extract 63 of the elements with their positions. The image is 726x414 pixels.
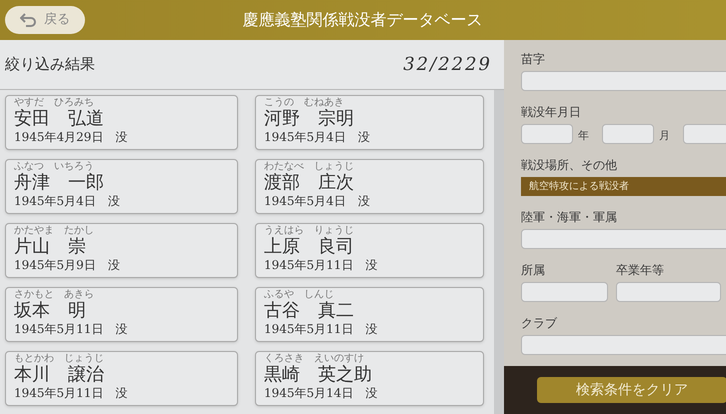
field-label: クラブ: [521, 315, 558, 332]
person-name: 本川 譲治: [14, 364, 105, 385]
field-label: 戦没年月日: [521, 104, 582, 121]
result-card[interactable]: かたやま たかし 片山 崇 1945年5月9日 没: [5, 223, 238, 278]
person-name: 舟津 一郎: [14, 172, 105, 193]
result-card[interactable]: くろさき えいのすけ 黒崎 英之助 1945年5月14日 没: [255, 351, 484, 406]
name-reading: わたなべ しょうじ: [264, 161, 355, 172]
name-reading: ふるや しんじ: [264, 289, 335, 300]
input-field[interactable]: [616, 282, 721, 302]
death-date: 1945年5月11日 没: [264, 321, 378, 338]
result-card[interactable]: こうの むねあき 河野 宗明 1945年5月4日 没: [255, 95, 484, 150]
death-date: 1945年5月11日 没: [264, 257, 378, 274]
field-label: 所属: [521, 262, 546, 279]
unit-label: 年: [578, 128, 589, 144]
result-card[interactable]: やすだ ひろみち 安田 弘道 1945年4月29日 没: [5, 95, 238, 150]
death-date: 1945年5月4日 没: [264, 193, 371, 210]
field-label: 陸軍・海軍・軍属: [521, 209, 618, 226]
person-name: 片山 崇: [14, 236, 87, 257]
death-date: 1945年5月14日 没: [264, 385, 378, 402]
death-date: 1945年5月4日 没: [264, 129, 371, 146]
input-field[interactable]: [521, 124, 573, 144]
name-reading: うえはら りょうじ: [264, 225, 355, 236]
input-field[interactable]: [521, 229, 726, 249]
result-card[interactable]: ふなつ いちろう 舟津 一郎 1945年5月4日 没: [5, 159, 238, 214]
death-date: 1945年5月4日 没: [14, 193, 121, 210]
results-title: 絞り込み結果: [5, 54, 95, 76]
result-card[interactable]: うえはら りょうじ 上原 良司 1945年5月11日 没: [255, 223, 484, 278]
input-field[interactable]: [683, 124, 726, 144]
death-date: 1945年5月11日 没: [14, 321, 128, 338]
person-name: 黒崎 英之助: [264, 364, 373, 385]
result-card[interactable]: もとかわ じょうじ 本川 譲治 1945年5月11日 没: [5, 351, 238, 406]
person-name: 古谷 真二: [264, 300, 355, 321]
result-card[interactable]: わたなべ しょうじ 渡部 庄次 1945年5月4日 没: [255, 159, 484, 214]
name-reading: さかもと あきら: [14, 289, 95, 300]
death-date: 1945年5月9日 没: [14, 257, 121, 274]
person-name: 渡部 庄次: [264, 172, 355, 193]
scrollbar[interactable]: [494, 90, 504, 414]
input-field[interactable]: [521, 71, 726, 91]
person-name: 上原 良司: [264, 236, 355, 257]
person-name: 河野 宗明: [264, 108, 355, 129]
field-label: 苗字: [521, 51, 546, 68]
person-name: 安田 弘道: [14, 108, 105, 129]
unit-label: 月: [659, 128, 670, 144]
death-date: 1945年4月29日 没: [14, 129, 128, 146]
results-count: 32/2229: [403, 53, 492, 77]
name-reading: ふなつ いちろう: [14, 161, 95, 172]
result-card[interactable]: ふるや しんじ 古谷 真二 1945年5月11日 没: [255, 287, 484, 342]
person-name: 坂本 明: [14, 300, 87, 321]
result-card[interactable]: さかもと あきら 坂本 明 1945年5月11日 没: [5, 287, 238, 342]
death-date: 1945年5月11日 没: [14, 385, 128, 402]
name-reading: かたやま たかし: [14, 225, 95, 236]
name-reading: もとかわ じょうじ: [14, 353, 105, 364]
input-field[interactable]: [521, 282, 608, 302]
name-reading: やすだ ひろみち: [14, 97, 95, 108]
dropdown[interactable]: 航空特攻による戦没者: [521, 177, 726, 196]
window-title: 慶應義塾関係戦没者データベース: [242, 9, 484, 31]
name-reading: こうの むねあき: [264, 97, 345, 108]
input-field[interactable]: [602, 124, 654, 144]
name-reading: くろさき えいのすけ: [264, 353, 365, 364]
back-arrow-icon: [20, 13, 36, 27]
field-label: 卒業年等: [616, 262, 665, 279]
field-label: 戦没場所、その他: [521, 157, 618, 174]
input-field[interactable]: [521, 335, 726, 355]
